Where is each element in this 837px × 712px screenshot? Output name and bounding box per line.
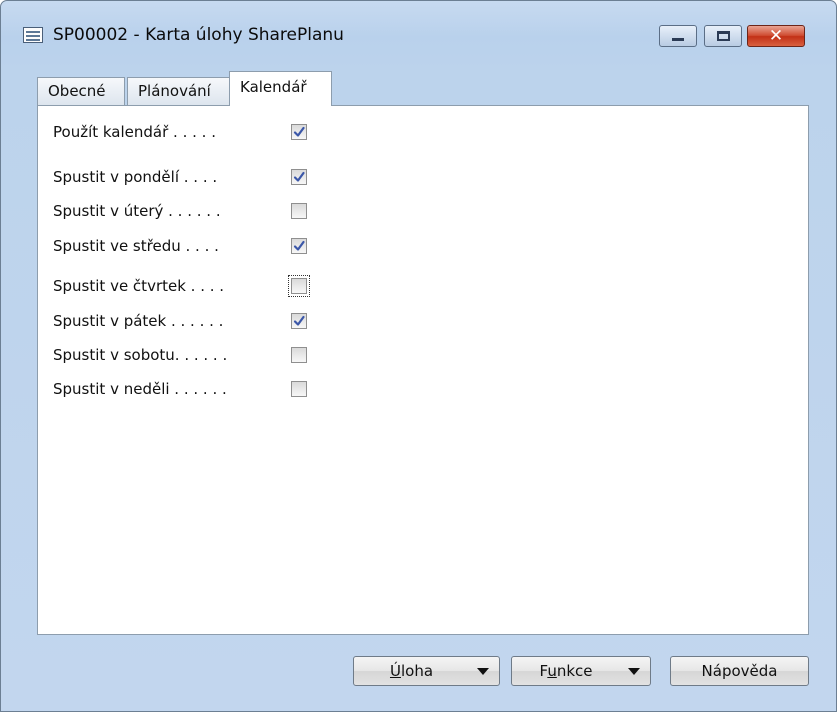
field-label: Spustit v pondělí . . . .	[53, 168, 218, 186]
check-icon	[293, 315, 305, 326]
checkbox-run-friday[interactable]	[291, 313, 307, 329]
field-label: Spustit v pátek . . . . . .	[53, 312, 224, 330]
tab-obecne[interactable]: Obecné	[37, 77, 125, 105]
chevron-down-icon	[628, 668, 640, 675]
field-label: Použít kalendář . . . . .	[53, 123, 216, 141]
checkbox-run-monday[interactable]	[291, 169, 307, 185]
minimize-button[interactable]	[659, 25, 697, 47]
help-button-label: Nápověda	[701, 662, 778, 680]
task-button-label: Úloha	[354, 657, 469, 685]
maximize-icon	[717, 31, 730, 41]
checkbox-run-thursday[interactable]	[288, 275, 310, 297]
help-button[interactable]: Nápověda	[670, 656, 809, 686]
field-label: Spustit v neděli . . . . . .	[53, 380, 227, 398]
form-window-icon	[23, 27, 43, 43]
tab-kalendar[interactable]: Kalendář	[229, 71, 332, 106]
title-bar[interactable]: SP00002 - Karta úlohy SharePlanu ✕	[1, 1, 836, 71]
check-icon	[293, 126, 305, 137]
functions-button-label-rest: nkce	[556, 662, 593, 680]
functions-button-label: Funkce	[512, 657, 620, 685]
minimize-icon	[672, 38, 684, 41]
functions-menu-button[interactable]: Funkce	[511, 656, 651, 686]
checkbox-run-tuesday[interactable]	[291, 203, 307, 219]
checkbox-run-sunday[interactable]	[291, 381, 307, 397]
tab-planovani[interactable]: Plánování	[127, 77, 230, 105]
window-title: SP00002 - Karta úlohy SharePlanu	[53, 25, 344, 45]
calendar-tab-panel: Použít kalendář . . . . . Spustit v pond…	[37, 105, 809, 635]
checkbox-run-wednesday[interactable]	[291, 238, 307, 254]
close-button[interactable]: ✕	[747, 25, 805, 47]
checkbox-use-calendar[interactable]	[291, 124, 307, 140]
close-icon: ✕	[768, 26, 784, 46]
field-label: Spustit v sobotu. . . . . .	[53, 346, 228, 364]
field-label: Spustit ve čtvrtek . . . .	[53, 277, 225, 295]
checkbox-run-saturday[interactable]	[291, 347, 307, 363]
field-label: Spustit v úterý . . . . . .	[53, 202, 221, 220]
maximize-button[interactable]	[704, 25, 742, 47]
check-icon	[293, 240, 305, 251]
task-menu-button[interactable]: Úloha	[353, 656, 500, 686]
task-button-accelerator: Ú	[389, 662, 401, 680]
task-button-label-rest: loha	[400, 662, 434, 680]
field-label: Spustit ve středu . . . .	[53, 237, 219, 255]
check-icon	[293, 171, 305, 182]
chevron-down-icon	[477, 668, 489, 675]
functions-button-accelerator: u	[547, 662, 557, 680]
window: SP00002 - Karta úlohy SharePlanu ✕ Obecn…	[0, 0, 837, 712]
